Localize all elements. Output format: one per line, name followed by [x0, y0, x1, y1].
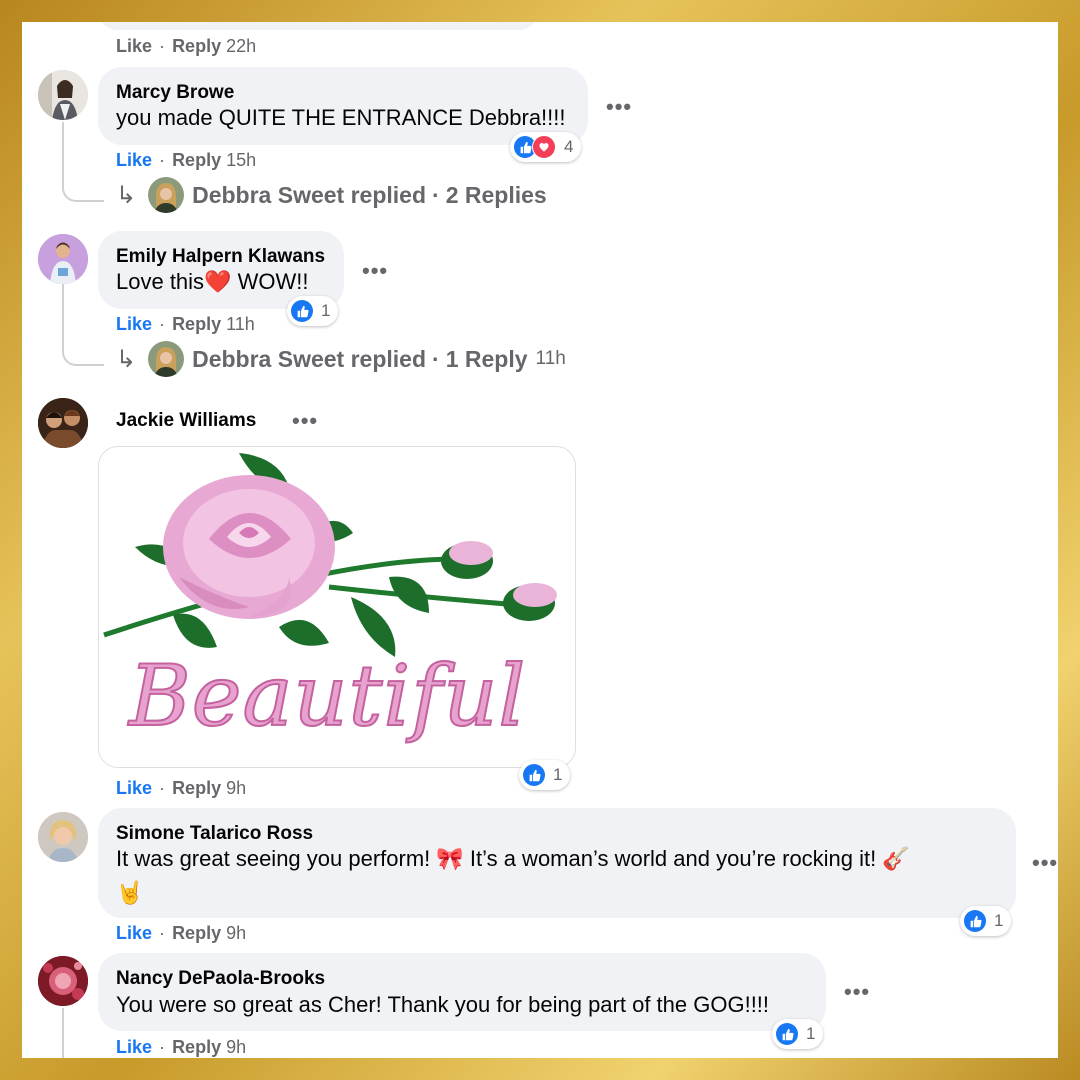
comment-text: You were so great as Cher! Thank you for…: [116, 992, 770, 1017]
avatar[interactable]: [38, 234, 88, 284]
comment-time[interactable]: 11h: [226, 314, 255, 334]
replier-avatar: [148, 341, 185, 377]
replies-count: 2 Replies: [445, 181, 547, 208]
comment-actions-partial: Like · Reply 22h: [116, 36, 257, 56]
view-replies-link[interactable]: ↳ Debbra Sweet replied · 2 Replies: [116, 177, 547, 213]
reply-thread-line: [62, 284, 104, 366]
comment-time[interactable]: 9h: [226, 1037, 246, 1057]
reaction-count: 1: [806, 1024, 816, 1043]
reply-thread-line: [62, 122, 104, 202]
comment-text: you made QUITE THE ENTRANCE Debbra!!!!: [116, 105, 566, 130]
reply-button[interactable]: Reply: [172, 150, 221, 170]
comment-author[interactable]: Nancy DePaola-Brooks: [116, 968, 325, 990]
reaction-summary[interactable]: 1: [287, 296, 339, 326]
comment-text: Love this❤️ WOW!!: [116, 269, 309, 294]
comment-author[interactable]: Marcy Browe: [116, 82, 234, 104]
reply-arrow-icon: ↳: [116, 345, 137, 373]
reply-thread-line: [62, 1008, 64, 1058]
comment-author[interactable]: Jackie Williams: [116, 410, 256, 432]
avatar[interactable]: [38, 70, 88, 120]
comment-author[interactable]: Simone Talarico Ross: [116, 823, 313, 845]
like-button[interactable]: Like: [116, 778, 152, 798]
replies-label: Debbra Sweet replied: [192, 345, 427, 372]
like-reaction-icon: [291, 300, 313, 322]
like-reaction-icon: [523, 764, 545, 786]
reply-button[interactable]: Reply: [172, 923, 221, 943]
comment-text-line2: 🤘: [116, 880, 144, 905]
reply-button[interactable]: Reply: [172, 314, 221, 334]
replier-avatar: [148, 177, 185, 213]
comment-actions: Like · Reply 9h: [116, 778, 247, 798]
avatar[interactable]: [38, 956, 88, 1006]
reaction-summary[interactable]: 1: [960, 906, 1012, 936]
like-button[interactable]: Like: [116, 36, 152, 56]
like-reaction-icon: [964, 910, 986, 932]
more-options-icon[interactable]: •••: [362, 258, 388, 284]
like-button[interactable]: Like: [116, 1037, 152, 1057]
replies-time: 11h: [535, 348, 566, 369]
sticker-caption: Beautiful: [128, 646, 527, 746]
replies-label: Debbra Sweet replied: [192, 181, 427, 208]
view-replies-link[interactable]: ↳ Debbra Sweet replied · 1 Reply 11h: [116, 341, 566, 377]
beautiful-rose-sticker[interactable]: Beautiful: [98, 446, 576, 768]
reaction-summary[interactable]: 1: [772, 1019, 824, 1049]
heart-emoji: ❤️: [204, 269, 232, 294]
like-button[interactable]: Like: [116, 314, 152, 334]
reply-button[interactable]: Reply: [172, 778, 221, 798]
reaction-summary[interactable]: 1: [519, 760, 571, 790]
comment-actions: Like · Reply 15h: [116, 150, 257, 170]
more-options-icon[interactable]: •••: [292, 408, 318, 434]
reaction-count: 1: [553, 765, 563, 784]
reaction-count: 4: [564, 137, 574, 156]
comment-author[interactable]: Emily Halpern Klawans: [116, 246, 325, 268]
reply-arrow-icon: ↳: [116, 181, 137, 209]
comment-time[interactable]: 15h: [226, 150, 256, 170]
replies-count: 1 Reply: [445, 345, 528, 372]
avatar[interactable]: [38, 398, 88, 448]
like-reaction-icon: [776, 1023, 798, 1045]
comment-time[interactable]: 9h: [226, 778, 246, 798]
comment-actions: Like · Reply 9h: [116, 1037, 247, 1057]
reaction-summary[interactable]: 4: [510, 132, 582, 162]
comment-actions: Like · Reply 9h: [116, 923, 247, 943]
more-options-icon[interactable]: •••: [1032, 850, 1058, 876]
comment-actions: Like · Reply 11h: [116, 314, 255, 334]
comment-text: It was great seeing you perform! 🎀 It’s …: [116, 846, 910, 871]
comment-time[interactable]: 9h: [226, 923, 246, 943]
like-button[interactable]: Like: [116, 923, 152, 943]
reaction-count: 1: [321, 301, 331, 320]
comment-bubble-partial: [98, 22, 538, 30]
comments-panel: Like · Reply 22h Marcy Browe you made QU…: [22, 22, 1058, 1058]
like-button[interactable]: Like: [116, 150, 152, 170]
love-reaction-icon: [532, 135, 556, 159]
comment-time[interactable]: 22h: [226, 36, 256, 56]
avatar[interactable]: [38, 812, 88, 862]
reply-button[interactable]: Reply: [172, 1037, 221, 1057]
reply-button[interactable]: Reply: [172, 36, 221, 56]
reaction-count: 1: [994, 911, 1004, 930]
more-options-icon[interactable]: •••: [606, 94, 632, 120]
more-options-icon[interactable]: •••: [844, 979, 870, 1005]
